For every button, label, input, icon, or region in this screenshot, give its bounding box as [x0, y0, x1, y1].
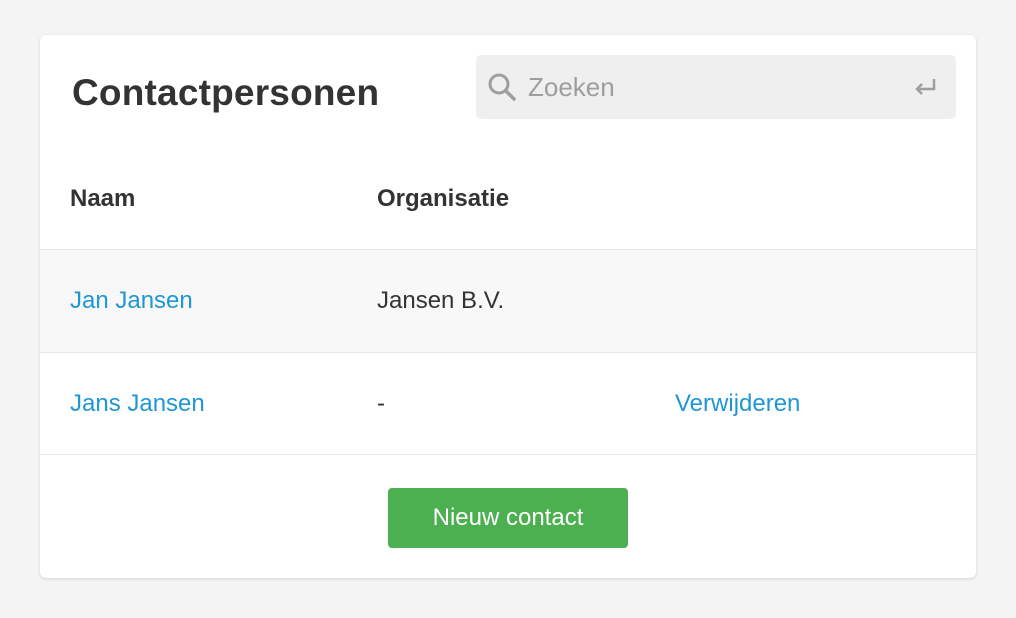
contact-organization: -	[377, 390, 385, 417]
search-icon	[488, 73, 516, 101]
new-contact-button[interactable]: Nieuw contact	[388, 488, 628, 548]
search-bar[interactable]	[476, 55, 956, 119]
search-input[interactable]	[528, 67, 898, 107]
column-header-name: Naam	[70, 185, 136, 212]
contacts-card: Contactpersonen Naam Organisatie Jan Jan…	[40, 35, 976, 578]
enter-icon[interactable]	[912, 75, 940, 99]
column-header-organization: Organisatie	[377, 185, 510, 212]
delete-contact-link[interactable]: Verwijderen	[675, 353, 800, 455]
page-title: Contactpersonen	[72, 72, 380, 113]
contact-organization: Jansen B.V.	[377, 287, 505, 314]
card-footer: Nieuw contact	[40, 454, 976, 578]
table-row: Jan Jansen Jansen B.V.	[40, 249, 976, 352]
contact-name-link[interactable]: Jan Jansen	[70, 250, 193, 352]
contact-name-link[interactable]: Jans Jansen	[70, 353, 205, 455]
table-row: Jans Jansen - Verwijderen	[40, 352, 976, 455]
table-header: Naam Organisatie	[40, 149, 976, 249]
